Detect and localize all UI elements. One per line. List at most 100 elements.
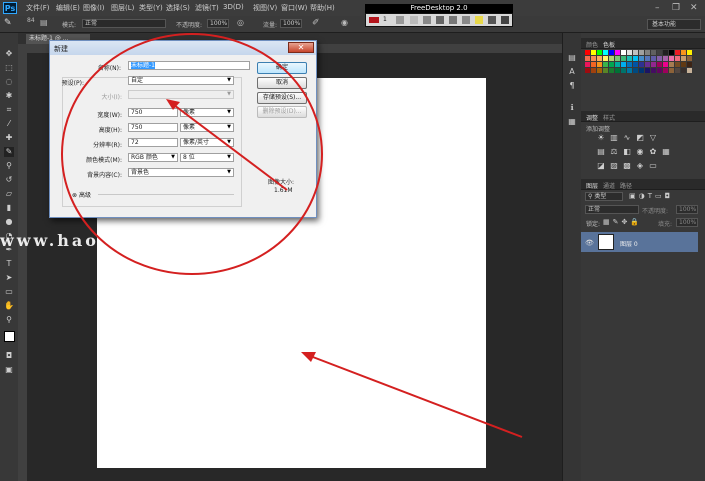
brush-size[interactable]: 84 <box>27 17 35 24</box>
swatch[interactable] <box>669 68 674 73</box>
healing-tool-icon[interactable]: ✚ <box>4 133 14 143</box>
swatch[interactable] <box>657 68 662 73</box>
fill-input[interactable]: 100% <box>676 218 698 227</box>
clone-stamp-tool-icon[interactable]: ⚲ <box>4 161 14 171</box>
menu-type[interactable]: 类型(Y) <box>139 3 163 13</box>
swatch[interactable] <box>657 62 662 67</box>
width-unit-select[interactable]: 像素 ▼ <box>180 108 234 117</box>
swatch[interactable] <box>597 50 602 55</box>
swatch[interactable] <box>675 50 680 55</box>
brush-tool-icon-active[interactable]: ✎ <box>4 147 14 157</box>
swatch[interactable] <box>645 50 650 55</box>
swatch[interactable] <box>651 68 656 73</box>
swatch[interactable] <box>681 62 686 67</box>
selective-color-icon[interactable]: ◈ <box>636 162 644 170</box>
restore-icon[interactable]: ❐ <box>672 3 680 13</box>
swatch[interactable] <box>663 56 668 61</box>
swatch[interactable] <box>681 50 686 55</box>
swatch[interactable] <box>645 56 650 61</box>
lock-icons[interactable]: ▦✎✥🔒 <box>603 218 642 226</box>
brush-tool-icon[interactable]: ✎ <box>4 18 12 28</box>
swatch[interactable] <box>591 62 596 67</box>
character-panel-icon[interactable]: A <box>567 67 577 77</box>
menu-3d[interactable]: 3D(D) <box>223 3 244 11</box>
save-preset-button[interactable]: 存储预设(S)... <box>257 92 307 104</box>
workspace-select[interactable]: 基本功能 <box>647 19 701 30</box>
path-select-tool-icon[interactable]: ➤ <box>4 273 14 283</box>
tab-styles[interactable]: 样式 <box>603 113 615 122</box>
swatch[interactable] <box>615 50 620 55</box>
shape-tool-icon[interactable]: ▭ <box>4 287 14 297</box>
eye-icon[interactable]: 👁 <box>585 239 594 247</box>
resolution-unit-select[interactable]: 像素/英寸 ▼ <box>180 138 234 147</box>
swatch[interactable] <box>663 50 668 55</box>
marker-icon[interactable] <box>449 16 457 24</box>
swatch[interactable] <box>609 62 614 67</box>
menu-filter[interactable]: 滤镜(T) <box>195 3 219 13</box>
properties-panel-icon[interactable]: ▦ <box>567 117 577 127</box>
swatch[interactable] <box>687 62 692 67</box>
swatch[interactable] <box>591 68 596 73</box>
swatch[interactable] <box>657 56 662 61</box>
height-unit-select[interactable]: 像素 ▼ <box>180 123 234 132</box>
advanced-toggle[interactable]: ⊗ 高级 <box>72 190 91 199</box>
screen-mode-icon[interactable]: ▣ <box>4 365 14 375</box>
eraser-icon[interactable] <box>462 16 470 24</box>
menu-help[interactable]: 帮助(H) <box>310 3 335 13</box>
cancel-button[interactable]: 取消 <box>257 77 307 89</box>
swatch[interactable] <box>615 68 620 73</box>
background-select[interactable]: 背景色 ▼ <box>128 168 234 177</box>
eraser-tool-icon[interactable]: ▱ <box>4 189 14 199</box>
blend-mode-select[interactable]: 正常 <box>585 205 639 214</box>
swatch[interactable] <box>585 56 590 61</box>
swatch[interactable] <box>603 56 608 61</box>
swatch[interactable] <box>585 68 590 73</box>
swatch[interactable] <box>597 62 602 67</box>
curves-icon[interactable]: ∿ <box>623 134 631 142</box>
pressure-size-icon[interactable]: ◉ <box>341 18 348 27</box>
dialog-titlebar[interactable]: 新建 ✕ <box>50 41 316 55</box>
ok-button[interactable]: 确定 <box>257 62 307 74</box>
name-input[interactable]: 未标题-1 <box>128 61 250 70</box>
swatch[interactable] <box>591 56 596 61</box>
swatch[interactable] <box>597 56 602 61</box>
flow-input[interactable]: 100% <box>280 19 302 28</box>
line-style-icon[interactable] <box>396 16 404 24</box>
swatch[interactable] <box>621 50 626 55</box>
hand-tool-icon[interactable]: ✋ <box>4 301 14 311</box>
tab-paths[interactable]: 路径 <box>620 181 632 190</box>
swatch[interactable] <box>681 68 686 73</box>
quick-mask-icon[interactable]: ◘ <box>4 351 14 361</box>
swatch[interactable] <box>687 50 692 55</box>
preset-select[interactable]: 自定 ▼ <box>128 76 234 85</box>
menu-select[interactable]: 选择(S) <box>166 3 190 13</box>
exposure-icon[interactable]: ◩ <box>636 134 644 142</box>
swatch[interactable] <box>603 68 608 73</box>
close-icon[interactable]: ✕ <box>690 3 698 13</box>
swatch[interactable] <box>663 62 668 67</box>
black-white-icon[interactable]: ◧ <box>623 148 631 156</box>
mode-select[interactable]: 正常 <box>82 19 166 28</box>
swatch[interactable] <box>609 50 614 55</box>
close-toolbar-icon[interactable] <box>501 16 509 24</box>
zoom-tool-icon[interactable]: ⚲ <box>4 315 14 325</box>
swatch[interactable] <box>651 50 656 55</box>
foreground-color-icon[interactable] <box>4 331 15 342</box>
menu-image[interactable]: 图像(I) <box>83 3 105 13</box>
move-tool-icon[interactable]: ✥ <box>4 49 14 59</box>
swatch[interactable] <box>657 50 662 55</box>
menu-view[interactable]: 视图(V) <box>253 3 277 13</box>
swatch[interactable] <box>651 56 656 61</box>
dialog-close-icon[interactable]: ✕ <box>288 42 314 53</box>
swatch[interactable] <box>669 56 674 61</box>
swatch[interactable] <box>603 62 608 67</box>
swatch[interactable] <box>609 56 614 61</box>
highlight-icon[interactable] <box>475 16 483 24</box>
lasso-tool-icon[interactable]: ◌ <box>4 77 14 87</box>
color-swatch-icon[interactable] <box>369 17 379 23</box>
type-tool-icon[interactable]: T <box>4 259 14 269</box>
swatch[interactable] <box>603 50 608 55</box>
blur-tool-icon[interactable]: ● <box>4 217 14 227</box>
swatch[interactable] <box>681 56 686 61</box>
tab-adjustments[interactable]: 调整 <box>586 113 598 122</box>
